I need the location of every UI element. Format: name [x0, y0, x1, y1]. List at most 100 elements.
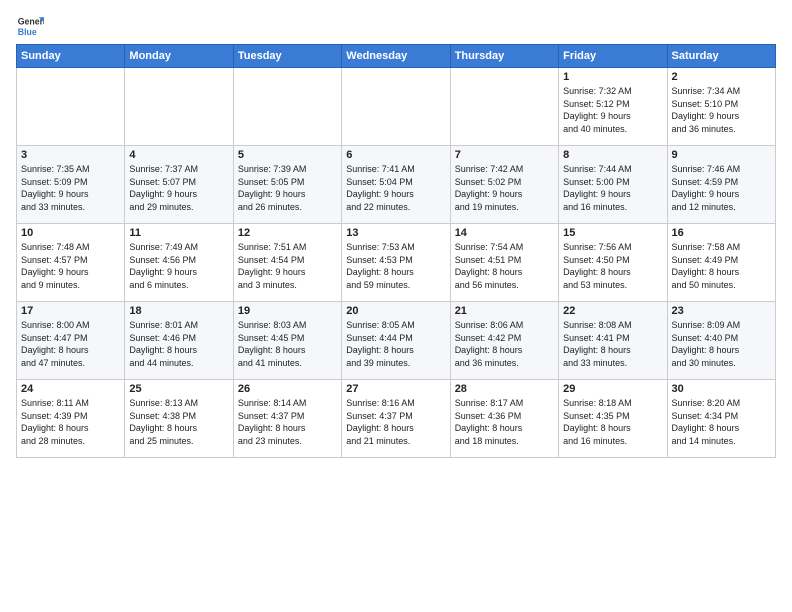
day-detail: Sunrise: 7:32 AM Sunset: 5:12 PM Dayligh… — [563, 85, 662, 135]
day-number: 2 — [672, 71, 771, 83]
day-detail: Sunrise: 8:20 AM Sunset: 4:34 PM Dayligh… — [672, 397, 771, 447]
header-row: General Blue — [16, 12, 776, 40]
day-number: 24 — [21, 383, 120, 395]
day-cell: 7Sunrise: 7:42 AM Sunset: 5:02 PM Daylig… — [450, 146, 558, 224]
day-cell: 16 Sunrise: 7:58 AM Sunset: 4:49 PM Dayli… — [667, 224, 775, 302]
day-detail: Sunrise: 7:46 AM Sunset: 4:59 PM Dayligh… — [672, 163, 771, 213]
day-number: 5 — [238, 149, 337, 161]
col-header-thursday: Thursday — [450, 45, 558, 68]
logo: General Blue — [16, 12, 48, 40]
day-cell: 9 Sunrise: 7:46 AM Sunset: 4:59 PM Daylig… — [667, 146, 775, 224]
col-header-saturday: Saturday — [667, 45, 775, 68]
day-number: 9 — [672, 149, 771, 161]
day-detail: Sunrise: 8:09 AM Sunset: 4:40 PM Dayligh… — [672, 319, 771, 369]
day-cell: 13Sunrise: 7:53 AM Sunset: 4:53 PM Dayli… — [342, 224, 450, 302]
day-detail: Sunrise: 7:35 AM Sunset: 5:09 PM Dayligh… — [21, 163, 120, 213]
day-cell: 26Sunrise: 8:14 AM Sunset: 4:37 PM Dayli… — [233, 380, 341, 458]
day-number: 11 — [129, 227, 228, 239]
day-detail: Sunrise: 8:17 AM Sunset: 4:36 PM Dayligh… — [455, 397, 554, 447]
day-detail: Sunrise: 8:13 AM Sunset: 4:38 PM Dayligh… — [129, 397, 228, 447]
day-number: 23 — [672, 305, 771, 317]
day-number: 7 — [455, 149, 554, 161]
day-cell — [17, 68, 125, 146]
day-cell: 6 Sunrise: 7:41 AM Sunset: 5:04 PM Daylig… — [342, 146, 450, 224]
day-cell: 1 Sunrise: 7:32 AM Sunset: 5:12 PM Daylig… — [559, 68, 667, 146]
day-cell: 25 Sunrise: 8:13 AM Sunset: 4:38 PM Dayli… — [125, 380, 233, 458]
day-cell — [233, 68, 341, 146]
day-detail: Sunrise: 7:44 AM Sunset: 5:00 PM Dayligh… — [563, 163, 662, 213]
day-detail: Sunrise: 7:37 AM Sunset: 5:07 PM Dayligh… — [129, 163, 228, 213]
day-detail: Sunrise: 7:51 AM Sunset: 4:54 PM Dayligh… — [238, 241, 337, 291]
day-cell: 20 Sunrise: 8:05 AM Sunset: 4:44 PM Dayli… — [342, 302, 450, 380]
day-detail: Sunrise: 8:05 AM Sunset: 4:44 PM Dayligh… — [346, 319, 445, 369]
day-cell: 14 Sunrise: 7:54 AM Sunset: 4:51 PM Dayli… — [450, 224, 558, 302]
day-cell: 18 Sunrise: 8:01 AM Sunset: 4:46 PM Dayli… — [125, 302, 233, 380]
day-cell: 15 Sunrise: 7:56 AM Sunset: 4:50 PM Dayli… — [559, 224, 667, 302]
col-header-monday: Monday — [125, 45, 233, 68]
day-number: 12 — [238, 227, 337, 239]
day-number: 21 — [455, 305, 554, 317]
day-number: 13 — [346, 227, 445, 239]
day-cell — [450, 68, 558, 146]
day-number: 6 — [346, 149, 445, 161]
day-cell: 29Sunrise: 8:18 AM Sunset: 4:35 PM Dayli… — [559, 380, 667, 458]
day-cell: 3 Sunrise: 7:35 AM Sunset: 5:09 PM Daylig… — [17, 146, 125, 224]
day-number: 4 — [129, 149, 228, 161]
day-cell: 24 Sunrise: 8:11 AM Sunset: 4:39 PM Dayli… — [17, 380, 125, 458]
col-header-tuesday: Tuesday — [233, 45, 341, 68]
svg-text:Blue: Blue — [18, 27, 37, 37]
day-cell: 27Sunrise: 8:16 AM Sunset: 4:37 PM Dayli… — [342, 380, 450, 458]
day-number: 16 — [672, 227, 771, 239]
day-cell: 4 Sunrise: 7:37 AM Sunset: 5:07 PM Daylig… — [125, 146, 233, 224]
day-number: 14 — [455, 227, 554, 239]
day-number: 17 — [21, 305, 120, 317]
header-row-days: SundayMondayTuesdayWednesdayThursdayFrid… — [17, 45, 776, 68]
day-number: 1 — [563, 71, 662, 83]
day-cell: 10 Sunrise: 7:48 AM Sunset: 4:57 PM Dayli… — [17, 224, 125, 302]
week-row-5: 24 Sunrise: 8:11 AM Sunset: 4:39 PM Dayli… — [17, 380, 776, 458]
day-number: 25 — [129, 383, 228, 395]
day-detail: Sunrise: 7:54 AM Sunset: 4:51 PM Dayligh… — [455, 241, 554, 291]
day-number: 20 — [346, 305, 445, 317]
week-row-4: 17 Sunrise: 8:00 AM Sunset: 4:47 PM Dayli… — [17, 302, 776, 380]
day-detail: Sunrise: 7:49 AM Sunset: 4:56 PM Dayligh… — [129, 241, 228, 291]
day-cell: 11 Sunrise: 7:49 AM Sunset: 4:56 PM Dayli… — [125, 224, 233, 302]
day-detail: Sunrise: 8:16 AM Sunset: 4:37 PM Dayligh… — [346, 397, 445, 447]
day-number: 28 — [455, 383, 554, 395]
day-number: 3 — [21, 149, 120, 161]
week-row-3: 10 Sunrise: 7:48 AM Sunset: 4:57 PM Dayli… — [17, 224, 776, 302]
day-cell: 17 Sunrise: 8:00 AM Sunset: 4:47 PM Dayli… — [17, 302, 125, 380]
day-cell: 30Sunrise: 8:20 AM Sunset: 4:34 PM Dayli… — [667, 380, 775, 458]
day-cell — [342, 68, 450, 146]
day-number: 10 — [21, 227, 120, 239]
day-detail: Sunrise: 7:41 AM Sunset: 5:04 PM Dayligh… — [346, 163, 445, 213]
day-cell — [125, 68, 233, 146]
day-cell: 21Sunrise: 8:06 AM Sunset: 4:42 PM Dayli… — [450, 302, 558, 380]
day-detail: Sunrise: 7:58 AM Sunset: 4:49 PM Dayligh… — [672, 241, 771, 291]
week-row-1: 1 Sunrise: 7:32 AM Sunset: 5:12 PM Daylig… — [17, 68, 776, 146]
day-number: 15 — [563, 227, 662, 239]
day-number: 18 — [129, 305, 228, 317]
week-row-2: 3 Sunrise: 7:35 AM Sunset: 5:09 PM Daylig… — [17, 146, 776, 224]
day-cell: 23 Sunrise: 8:09 AM Sunset: 4:40 PM Dayli… — [667, 302, 775, 380]
day-number: 26 — [238, 383, 337, 395]
day-detail: Sunrise: 8:11 AM Sunset: 4:39 PM Dayligh… — [21, 397, 120, 447]
day-number: 19 — [238, 305, 337, 317]
col-header-friday: Friday — [559, 45, 667, 68]
day-detail: Sunrise: 8:01 AM Sunset: 4:46 PM Dayligh… — [129, 319, 228, 369]
col-header-wednesday: Wednesday — [342, 45, 450, 68]
day-detail: Sunrise: 8:00 AM Sunset: 4:47 PM Dayligh… — [21, 319, 120, 369]
day-cell: 5Sunrise: 7:39 AM Sunset: 5:05 PM Daylig… — [233, 146, 341, 224]
day-detail: Sunrise: 7:34 AM Sunset: 5:10 PM Dayligh… — [672, 85, 771, 135]
day-number: 8 — [563, 149, 662, 161]
day-detail: Sunrise: 8:08 AM Sunset: 4:41 PM Dayligh… — [563, 319, 662, 369]
col-header-sunday: Sunday — [17, 45, 125, 68]
day-detail: Sunrise: 7:48 AM Sunset: 4:57 PM Dayligh… — [21, 241, 120, 291]
day-cell: 22 Sunrise: 8:08 AM Sunset: 4:41 PM Dayli… — [559, 302, 667, 380]
day-cell: 8 Sunrise: 7:44 AM Sunset: 5:00 PM Daylig… — [559, 146, 667, 224]
day-cell: 19Sunrise: 8:03 AM Sunset: 4:45 PM Dayli… — [233, 302, 341, 380]
day-number: 22 — [563, 305, 662, 317]
logo-icon: General Blue — [16, 12, 44, 40]
day-detail: Sunrise: 7:56 AM Sunset: 4:50 PM Dayligh… — [563, 241, 662, 291]
page: General Blue SundayMondayTuesdayWednesda… — [0, 0, 792, 466]
